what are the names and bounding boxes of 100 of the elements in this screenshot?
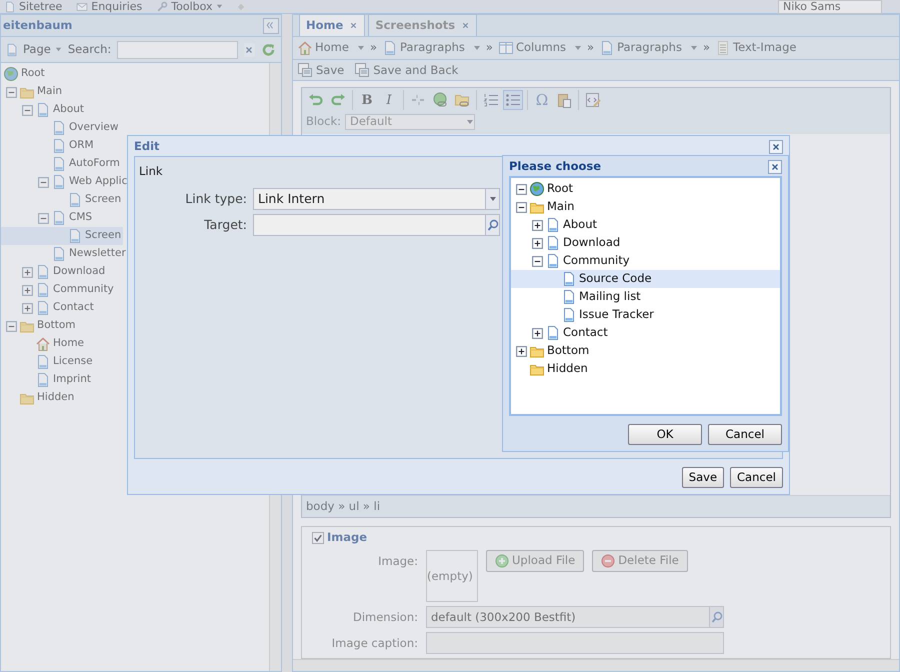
caption-field[interactable] — [426, 632, 724, 654]
breadcrumb-link[interactable]: Paragraphs — [617, 39, 682, 57]
expand-icon[interactable] — [530, 218, 544, 232]
tree-row[interactable]: ORM — [1, 137, 96, 155]
tree-row[interactable]: Main — [511, 198, 780, 216]
dimension-field[interactable]: default (300x200 Bestfit) — [426, 606, 724, 628]
tab[interactable]: Home — [299, 14, 366, 36]
expand-icon[interactable] — [530, 326, 544, 340]
collapse-icon[interactable] — [530, 254, 544, 268]
file-button[interactable]: Upload File — [486, 550, 584, 572]
target-field[interactable] — [253, 214, 500, 236]
tree-row[interactable]: Community — [511, 252, 780, 270]
editor-tool-button[interactable]: B — [357, 90, 377, 110]
search-field[interactable] — [117, 40, 238, 58]
dialog-button[interactable]: OK — [628, 424, 702, 445]
tree-row[interactable]: About — [1, 101, 86, 119]
caret-icon[interactable] — [690, 44, 698, 52]
tree-row[interactable]: Imprint — [1, 371, 93, 389]
wrench-icon — [156, 0, 168, 12]
tree-row[interactable]: Community — [1, 281, 116, 299]
breadcrumb-link[interactable]: Paragraphs — [400, 39, 465, 57]
tree-row[interactable]: License — [1, 353, 95, 371]
page-icon — [51, 246, 67, 262]
search-icon — [710, 611, 722, 624]
tree-item-label: Issue Tracker — [579, 306, 654, 324]
dialog-button[interactable]: Cancel — [730, 466, 783, 488]
collapse-button[interactable] — [263, 18, 279, 34]
tree-row[interactable]: Web Applic — [1, 173, 130, 191]
minus-icon — [601, 554, 616, 568]
caret-icon[interactable] — [472, 44, 481, 52]
tree-item-label: Download — [53, 264, 106, 280]
tree-item-label: Imprint — [53, 372, 91, 388]
tree-row[interactable]: Source Code — [511, 270, 780, 288]
breadcrumb-link[interactable]: Columns — [516, 39, 566, 57]
tree-item-label: Home — [53, 336, 84, 352]
toolbar-link[interactable]: Sitetree — [19, 1, 62, 12]
tab[interactable]: Screenshots — [368, 14, 478, 36]
editor-tool-button[interactable]: I — [379, 90, 399, 110]
tree-row[interactable]: Bottom — [1, 317, 78, 335]
clear-button[interactable] — [244, 42, 255, 56]
block-select[interactable]: Default — [344, 114, 475, 130]
close-button[interactable] — [768, 160, 782, 174]
caret-icon[interactable] — [356, 44, 365, 52]
tree-row[interactable]: AutoForm — [1, 155, 122, 173]
element-path: body » ul » li — [302, 494, 890, 518]
tree-row[interactable]: Download — [1, 263, 108, 281]
collapse-icon[interactable] — [514, 182, 528, 196]
tree-row[interactable]: Overview — [1, 119, 120, 137]
toolbar-link[interactable]: Toolbox — [171, 1, 213, 12]
tree-item-label: Root — [547, 180, 574, 198]
refresh-icon[interactable] — [261, 42, 277, 58]
toolbar-button[interactable]: Save — [297, 62, 344, 79]
collapse-icon[interactable] — [514, 200, 528, 214]
user-select[interactable]: Niko Sams — [778, 0, 882, 14]
tab-close-icon[interactable] — [349, 20, 358, 30]
toolbar-button[interactable]: Save and Back — [354, 62, 458, 79]
breadcrumb-separator: » — [370, 39, 378, 56]
expand-icon[interactable] — [514, 344, 528, 358]
tree-row[interactable]: Newsletter — [1, 245, 128, 263]
expand-icon[interactable] — [530, 236, 544, 250]
tree-row[interactable]: Main — [1, 83, 64, 101]
tree-item-label: License — [53, 354, 93, 370]
tree-row[interactable]: Root — [1, 65, 47, 83]
field-label: Image caption: — [330, 635, 418, 652]
tree-row[interactable]: Root — [511, 180, 780, 198]
tree-row[interactable]: Hidden — [1, 389, 76, 407]
tree-row[interactable]: Hidden — [511, 360, 780, 378]
breadcrumb-link[interactable]: Home — [315, 39, 349, 57]
toolbar-link[interactable]: Enquiries — [91, 1, 142, 12]
tree-row[interactable]: Mailing list — [511, 288, 780, 306]
tree-row[interactable]: Download — [511, 234, 780, 252]
tree-row[interactable]: Screen — [1, 191, 124, 209]
caret-icon — [488, 195, 496, 204]
tree-row[interactable]: Bottom — [511, 342, 780, 360]
dialog-button[interactable]: Save — [682, 466, 724, 488]
breadcrumb-link[interactable]: Text-Image — [733, 39, 796, 57]
dialog-button[interactable]: Cancel — [708, 424, 782, 445]
page-menu[interactable]: Page — [23, 40, 51, 58]
editor-tool-button[interactable] — [503, 90, 523, 110]
tree-row[interactable]: CMS — [1, 209, 94, 227]
close-button[interactable] — [769, 140, 783, 154]
tree-row[interactable]: Home — [1, 335, 86, 353]
tree-row[interactable]: Contact — [1, 299, 96, 317]
breadcrumb-separator: » — [486, 39, 493, 56]
globe-icon — [3, 66, 19, 82]
tree-row[interactable]: Contact — [511, 324, 780, 342]
select-field[interactable]: Link Intern — [253, 188, 500, 210]
scrollbar[interactable] — [293, 659, 899, 672]
caret-icon[interactable] — [574, 44, 582, 52]
tab-close-icon[interactable] — [461, 20, 470, 30]
tree-item-label: Overview — [69, 120, 118, 136]
page-icon — [35, 102, 51, 118]
file-button[interactable]: Delete File — [592, 550, 688, 572]
checkbox[interactable] — [312, 532, 324, 544]
tree-item-label: Web Applic — [69, 174, 128, 190]
tree-item-label: Hidden — [37, 390, 74, 406]
tree-row[interactable]: Screen — [1, 227, 124, 245]
tree-row[interactable]: Issue Tracker — [511, 306, 780, 324]
tree-row[interactable]: About — [511, 216, 780, 234]
page-icon — [67, 192, 83, 208]
